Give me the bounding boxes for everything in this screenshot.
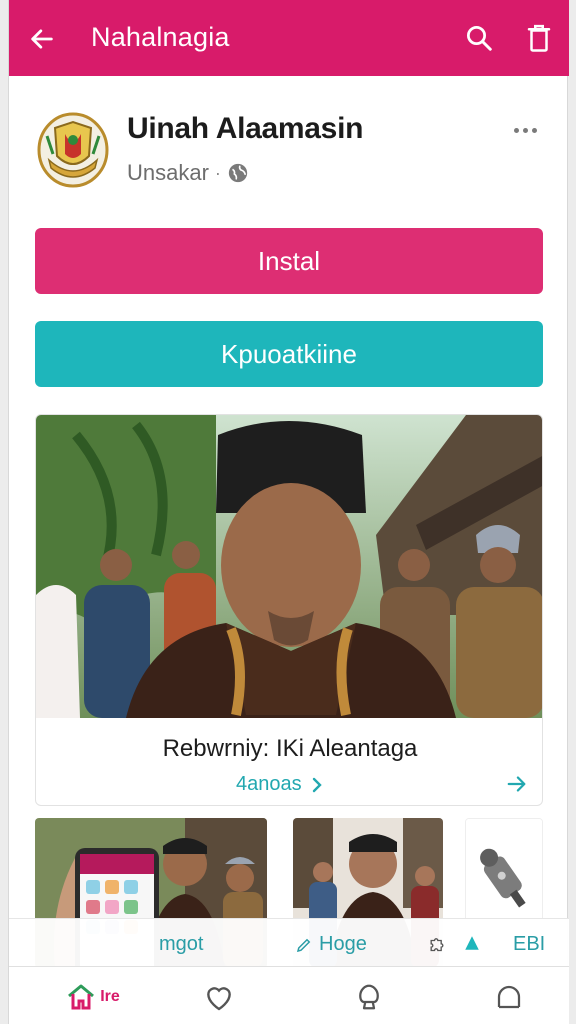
tab-1-label: mgot xyxy=(159,933,204,955)
publisher-row: Unsakar · xyxy=(127,160,249,186)
feature-link-label: 4anoas xyxy=(236,773,302,795)
more-options-button[interactable] xyxy=(505,118,545,142)
pen-icon xyxy=(296,938,311,952)
profile-icon xyxy=(497,985,521,1009)
feature-card[interactable]: Rebwrniy: IKi Aleantaga 4anoas xyxy=(35,414,543,806)
bag-icon xyxy=(359,984,379,1010)
app-name: Uinah Alaamasin xyxy=(127,112,364,145)
back-button[interactable] xyxy=(25,22,59,56)
nav-shop[interactable] xyxy=(349,977,389,1017)
search-button[interactable] xyxy=(461,20,497,56)
nav-favorites[interactable] xyxy=(199,977,239,1017)
tab-1[interactable]: mgot xyxy=(159,933,203,956)
secondary-button[interactable]: Kpuoatkiine xyxy=(35,321,543,387)
arrow-left-icon xyxy=(31,29,53,49)
app-header: Uinah Alaamasin Unsakar · xyxy=(9,76,569,216)
trash-icon xyxy=(527,24,551,52)
feature-arrow-button[interactable] xyxy=(502,769,532,799)
triangle-icon xyxy=(465,936,479,950)
search-icon xyxy=(467,26,492,51)
heart-icon xyxy=(207,987,231,1011)
home-icon xyxy=(68,984,95,1010)
install-button[interactable]: Instal xyxy=(35,228,543,294)
nav-profile[interactable] xyxy=(489,977,529,1017)
globe-icon xyxy=(228,163,248,183)
feature-link[interactable]: 4anoas xyxy=(236,773,324,796)
nav-home[interactable]: Ire xyxy=(53,977,133,1017)
more-horizontal-icon xyxy=(513,127,519,133)
bottom-navigation: Ire xyxy=(9,966,569,1024)
tab-4[interactable]: ЕBI xyxy=(513,933,545,956)
nav-home-label: Ire xyxy=(100,988,120,1005)
more-horizontal-icon-dot xyxy=(531,127,537,133)
emblem-logo xyxy=(35,110,111,190)
publisher-name[interactable]: Unsakar xyxy=(127,160,209,186)
tab-2[interactable]: Hoge xyxy=(295,933,367,956)
separator-dot: · xyxy=(214,162,221,183)
tab-3[interactable] xyxy=(427,933,481,953)
send-arrow-icon xyxy=(507,776,526,792)
tab-4-label: ЕBI xyxy=(513,933,546,955)
app-frame: Nahalnagia Uinah Alaamasin Unsakar · Ins… xyxy=(8,0,569,1024)
app-bar: Nahalnagia xyxy=(9,0,569,76)
tab-2-label: Hoge xyxy=(319,933,367,955)
feature-photo xyxy=(36,415,542,718)
more-horizontal-icon-dot xyxy=(522,127,528,133)
puzzle-icon xyxy=(430,938,444,952)
chevron-right-icon xyxy=(312,777,322,792)
delete-button[interactable] xyxy=(521,20,557,56)
category-tab-strip: mgot Hoge ЕBI xyxy=(9,918,569,968)
feature-title: Rebwrniy: IKi Aleantaga xyxy=(162,735,418,762)
app-bar-title: Nahalnagia xyxy=(91,22,230,52)
